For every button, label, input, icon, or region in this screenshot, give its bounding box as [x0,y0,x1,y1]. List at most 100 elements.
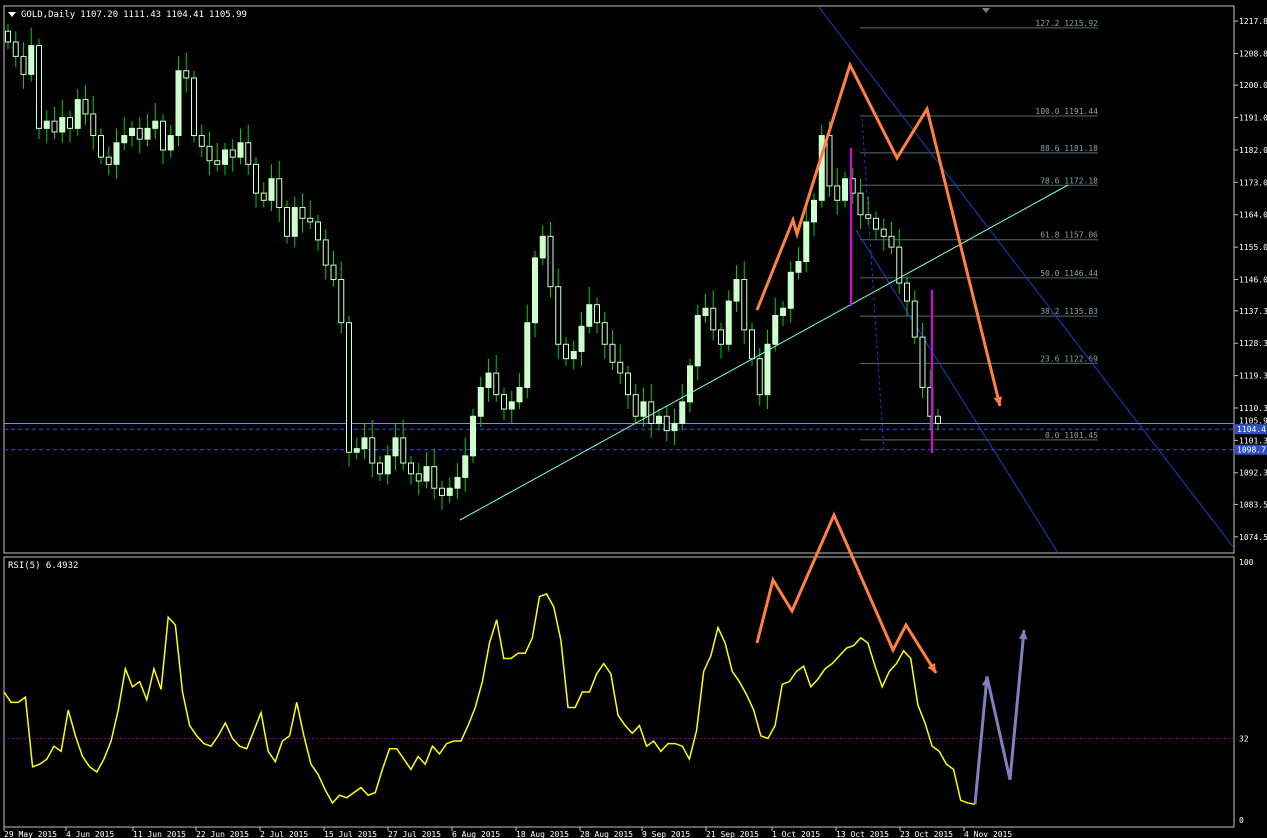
date-axis-label: 11 Jun 2015 [133,830,186,838]
candle-body [191,77,197,137]
candle-body [470,415,476,457]
candle-body [214,160,221,165]
candle-body [113,142,120,165]
candle-body [749,329,755,360]
candle-body [539,235,546,259]
fib-level-label: 23.6 1122.69 [1040,354,1098,363]
candle-body [260,192,267,201]
candle-body [454,476,461,489]
candle-body [105,156,112,165]
candle-body [307,217,314,223]
candle-body [601,322,608,345]
chart-area: 127.2 1215.92 100.0 1191.44 88.6 1181.18 78… [3,5,1267,838]
candle-body [911,300,918,338]
candle-body [857,192,864,216]
candle-body [780,307,786,316]
candle-body [679,401,686,424]
candle-body [400,437,407,464]
candle-body [718,329,724,345]
price-axis-label: 1200.0 [1239,81,1267,90]
candle-body [687,365,693,403]
rsi-axis-label: 100 [1239,558,1254,567]
candle-body [516,386,523,403]
candle-body [865,214,872,219]
candle-body [880,228,887,237]
candle-body [369,437,376,464]
main-plot-frame [3,5,1235,554]
date-axis-label: 27 Jul 2015 [388,830,441,838]
fib-level-label: 88.6 1181.18 [1040,144,1098,153]
candle-body [377,462,383,475]
rsi-series-line [3,593,976,805]
price-axis-label: 1173.0 [1239,178,1267,187]
date-axis-label: 4 Jun 2015 [66,830,114,838]
date-axis-label: 1 Oct 2015 [772,830,820,838]
rsi-projection-arrow [973,629,1026,805]
candle-body [330,264,337,280]
price-axis-label: 1155.0 [1239,243,1267,252]
candle-body [795,261,802,273]
candle-body [702,307,709,316]
fib-level-label: 50.0 1146.44 [1040,269,1098,278]
fib-level-label: 0.0 1101.45 [1045,431,1098,440]
candle-body [136,127,143,140]
candle-body [477,386,484,417]
candle-body [640,401,647,417]
fib-dashed-line [861,117,885,453]
candle-body [803,221,810,263]
candle-body [82,99,89,115]
rsi-header: RSI(5) 6.4932 [8,561,83,571]
candle-body [462,455,469,478]
date-axis-label: 13 Oct 2015 [836,830,889,838]
price-axis-label: 1137.3 [1239,307,1267,316]
price-axis-label: 1146.0 [1239,276,1267,285]
collapse-triangle-icon[interactable] [8,12,16,17]
candle-body [361,437,368,450]
price-axis-label: 1074.5 [1239,533,1267,542]
candle-body [547,235,554,288]
price-axis-label: 1182.0 [1239,146,1267,155]
candle-body [842,178,848,201]
candle-body [508,401,515,410]
date-axis-label: 21 Sep 2015 [706,830,759,838]
candle-body [315,221,321,241]
price-axis-label: 1128.3 [1239,339,1267,348]
candle-body [28,45,35,75]
high-value: 1111.43 [123,10,162,20]
candle-body [586,304,593,327]
candle-body [935,415,941,424]
channel-upper-line [817,5,1235,549]
candle-body [175,70,182,137]
candle-body [725,300,732,345]
candle-body [415,473,422,482]
candle-body [501,394,507,410]
candle-body [5,30,11,43]
candle-body [160,120,166,151]
rsi-plot-frame [3,556,1235,828]
candle-body [268,178,275,201]
date-axis-label: 29 May 2015 [4,830,57,838]
main-chart-header: GOLD,Daily 1107.20 1111.43 1104.41 1105.99 [8,10,252,20]
candle-body [826,135,833,187]
candle-body [346,322,352,453]
candle-body [276,178,283,209]
low-value: 1104.41 [166,10,204,20]
candle-body [756,358,763,396]
candle-body [291,207,298,237]
candle-body [873,217,879,230]
symbol-label: GOLD,Daily [21,10,76,20]
price-axis-label: 1101.3 [1239,436,1267,445]
date-axis-label: 15 Jul 2015 [324,830,377,838]
candle-body [299,207,306,219]
candle-body [322,239,329,266]
candle-body [656,415,662,424]
candle-body [888,235,895,248]
candle-body [245,142,252,165]
price-axis-label: 1208.8 [1239,50,1267,59]
candle-body [741,279,748,331]
candle-body [129,127,135,137]
candle-body [485,372,492,388]
candle-body [183,70,190,79]
fib-level-label: 38.2 1135.83 [1040,307,1098,316]
candle-body [446,487,453,496]
